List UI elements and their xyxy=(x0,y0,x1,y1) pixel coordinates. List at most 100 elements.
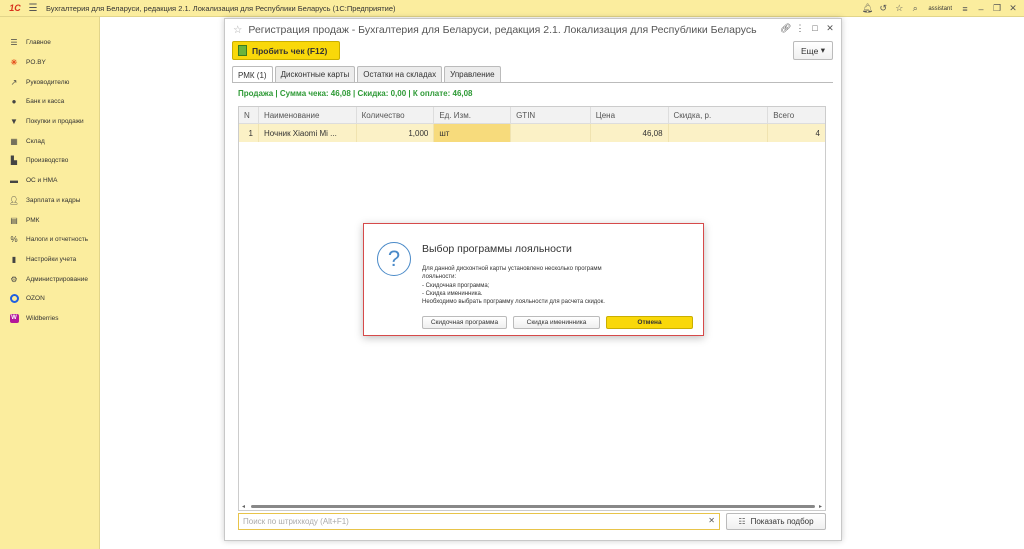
birthday-discount-button[interactable]: Скидка именинника xyxy=(513,316,600,329)
maximize-icon[interactable]: □ xyxy=(810,23,820,34)
table-header: N Наименование Количество Ед. Изм. GTIN … xyxy=(239,107,825,124)
favorite-star-icon[interactable]: ☆ xyxy=(233,24,242,36)
main-menu-icon[interactable]: ☰ xyxy=(26,0,40,17)
sidebar-item-label: Главное xyxy=(26,39,51,47)
sidebar-item-label: Производство xyxy=(26,157,69,165)
sidebar-item-label: ОС и НМА xyxy=(26,177,58,185)
scroll-right-icon[interactable]: ▸ xyxy=(819,503,822,510)
history-icon[interactable]: ↺ xyxy=(876,0,890,17)
print-receipt-button[interactable]: Пробить чек (F12) xyxy=(232,41,340,60)
ozon-icon xyxy=(9,294,19,304)
tab-management[interactable]: Управление xyxy=(444,66,501,82)
barcode-search-field[interactable]: ✕ xyxy=(238,513,720,530)
sidebar-item-warehouse[interactable]: ▦ Склад xyxy=(0,131,99,151)
column-header[interactable]: Ед. Изм. xyxy=(434,107,512,124)
cell-name[interactable]: Ночник Xiaomi Mi ... xyxy=(259,124,357,142)
column-header[interactable]: Скидка, р. xyxy=(669,107,769,124)
top-bar-tools: 🔔︎ ↺ ☆ ⌕ assistant ≡ – ❐ ✕ xyxy=(860,0,1020,17)
scroll-left-icon[interactable]: ◂ xyxy=(242,503,245,510)
sidebar-item-label: Банк и касса xyxy=(26,98,65,106)
chevron-down-icon: ▾ xyxy=(820,45,825,55)
sidebar-item-label: Настройки учета xyxy=(26,255,77,263)
show-selection-button[interactable]: ☷ Показать подбор xyxy=(726,513,826,530)
dialog-title: Выбор программы лояльности xyxy=(422,243,572,255)
sidebar-item-label: Администрирование xyxy=(26,275,88,283)
sidebar-item-salary[interactable]: 👤︎ Зарплата и кадры xyxy=(0,191,99,211)
sidebar: ☰ Главное ✳ PO.BY ↗ Руководителю ● Банк и ка… xyxy=(0,17,100,549)
sidebar-item-assets[interactable]: ▬ ОС и НМА xyxy=(0,171,99,191)
truck-icon: ▬ xyxy=(10,176,18,186)
column-header[interactable]: Цена xyxy=(591,107,669,124)
dialog-message-line: лояльности: xyxy=(422,274,457,281)
sidebar-item-label: Wildberries xyxy=(26,314,59,322)
column-header[interactable]: Наименование xyxy=(259,107,357,124)
clear-icon[interactable]: ✕ xyxy=(708,516,715,525)
sidebar-item-label: Зарплата и кадры xyxy=(26,196,81,204)
cell-total[interactable]: 4 xyxy=(768,124,825,142)
sidebar-item-ozon[interactable]: OZON xyxy=(0,289,99,309)
sidebar-item-production[interactable]: ▙ Производство xyxy=(0,151,99,171)
tab-discount-cards[interactable]: Дисконтные карты xyxy=(274,66,356,82)
sidebar-item-rmk[interactable]: ▤ РМК xyxy=(0,210,99,230)
barcode-search-input[interactable] xyxy=(243,517,703,526)
sidebar-item-label: Руководителю xyxy=(26,78,70,86)
more-button-label: Еще xyxy=(801,45,819,56)
dialog-message-line: Необходимо выбрать программу лояльности … xyxy=(422,299,605,306)
discount-program-button[interactable]: Скидочная программа xyxy=(422,316,507,329)
dialog-message: Для данной дисконтной карты установлено … xyxy=(422,265,692,306)
tab-stock[interactable]: Остатки на складах xyxy=(357,66,443,82)
sidebar-item-manager[interactable]: ↗ Руководителю xyxy=(0,72,99,92)
dialog-message-line: - Скидка именинника. xyxy=(422,290,483,297)
cell-qty[interactable]: 1,000 xyxy=(357,124,435,142)
table-row[interactable]: 1 Ночник Xiaomi Mi ... 1,000 шт 46,08 4 xyxy=(239,124,825,142)
1c-logo: 1С xyxy=(9,3,21,13)
cancel-button[interactable]: Отмена xyxy=(606,316,693,329)
scrollbar-thumb[interactable] xyxy=(251,505,815,508)
cell-price[interactable]: 46,08 xyxy=(591,124,669,142)
sidebar-item-poby[interactable]: ✳ PO.BY xyxy=(0,53,99,73)
more-vertical-icon[interactable]: ⋮ xyxy=(795,23,805,34)
tab-divider xyxy=(232,82,833,83)
percent-icon: % xyxy=(10,235,18,245)
settings-menu-icon[interactable]: ≡ xyxy=(958,0,972,17)
sidebar-item-label: РМК xyxy=(26,216,40,224)
poby-icon: ✳ xyxy=(10,58,18,68)
cell-n[interactable]: 1 xyxy=(239,124,259,142)
sidebar-item-taxes[interactable]: % Налоги и отчетность xyxy=(0,230,99,250)
minimize-icon[interactable]: – xyxy=(974,0,988,17)
user-name[interactable]: assistant xyxy=(928,6,952,12)
sidebar-item-purchases[interactable]: ▼ Покупки и продажи xyxy=(0,112,99,132)
star-icon[interactable]: ☆ xyxy=(892,0,906,17)
sidebar-item-settings[interactable]: ▮ Настройки учета xyxy=(0,250,99,270)
link-icon[interactable]: 🔗︎ xyxy=(780,23,791,34)
dialog-buttons: Скидочная программа Скидка именинника От… xyxy=(422,316,693,329)
close-window-icon[interactable]: ✕ xyxy=(825,23,835,34)
cart-icon: ▼ xyxy=(10,117,18,127)
sidebar-item-bank[interactable]: ● Банк и касса xyxy=(0,92,99,112)
top-bar: 1С ☰ Бухгалтерия для Беларуси, редакция … xyxy=(0,0,1024,17)
sidebar-item-label: Налоги и отчетность xyxy=(26,236,89,244)
column-header[interactable]: Количество xyxy=(357,107,435,124)
bank-icon: ● xyxy=(11,97,17,107)
column-header[interactable]: Всего xyxy=(768,107,825,124)
search-icon[interactable]: ⌕ xyxy=(908,0,922,17)
cell-gtin[interactable] xyxy=(511,124,591,142)
sidebar-item-main[interactable]: ☰ Главное xyxy=(0,33,99,53)
tab-rmk[interactable]: РМК (1) xyxy=(232,66,273,83)
restore-icon[interactable]: ❐ xyxy=(990,0,1004,17)
cell-discount[interactable] xyxy=(669,124,769,142)
close-icon[interactable]: ✕ xyxy=(1006,0,1020,17)
dialog-message-line: Для данной дисконтной карты установлено … xyxy=(422,266,602,272)
more-button[interactable]: Еще ▾ xyxy=(793,41,833,60)
cash-register-icon: ▤ xyxy=(10,215,18,225)
sidebar-item-admin[interactable]: ⚙ Администрирование xyxy=(0,269,99,289)
print-receipt-label: Пробить чек (F12) xyxy=(252,45,328,56)
factory-icon: ▙ xyxy=(10,156,18,166)
cell-unit[interactable]: шт xyxy=(434,124,512,142)
bell-icon[interactable]: 🔔︎ xyxy=(860,0,874,17)
column-header[interactable]: N xyxy=(239,107,259,124)
sidebar-item-wildberries[interactable]: W Wildberries xyxy=(0,309,99,329)
window-title-text: Регистрация продаж - Бухгалтерия для Бел… xyxy=(248,24,757,36)
column-header[interactable]: GTIN xyxy=(511,107,591,124)
horizontal-scrollbar[interactable]: ◂ ▸ xyxy=(239,502,825,510)
